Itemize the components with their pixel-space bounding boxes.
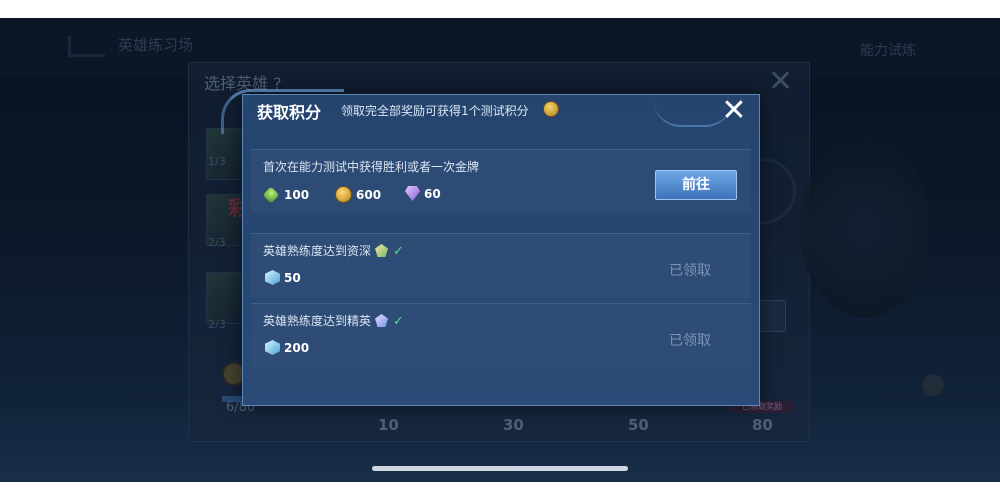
task-row: 英雄熟练度达到资深 ✓ 50 已领取 bbox=[251, 233, 751, 298]
reward-value: 200 bbox=[284, 340, 310, 355]
senior-badge-icon bbox=[375, 244, 389, 257]
task-row: 英雄熟练度达到精英 ✓ 200 已领取 bbox=[251, 303, 751, 368]
elite-badge-icon bbox=[375, 314, 389, 327]
claimed-status: 已领取 bbox=[669, 333, 711, 349]
dialog-subtitle: 领取完全部奖励可获得1个测试积分 bbox=[341, 104, 529, 118]
reward-item: 600 bbox=[335, 186, 381, 203]
task-title-line: 英雄熟练度达到精英 ✓ bbox=[263, 312, 404, 329]
game-screen: 英雄练习场 能力试炼 选择英雄 ? ✕ 1/3 2/3 2/3 6/80 10 … bbox=[0, 18, 1000, 482]
claimed-status: 已领取 bbox=[669, 263, 711, 279]
green-gem-icon bbox=[262, 186, 280, 204]
get-points-dialog: 获取积分 领取完全部奖励可获得1个测试积分 ✕ 首次在能力测试中获得胜利或者一次… bbox=[221, 89, 760, 406]
task-row: 首次在能力测试中获得胜利或者一次金牌 100 600 60 前往 bbox=[251, 149, 751, 213]
checkmark-icon: ✓ bbox=[393, 314, 404, 329]
reward-value: 600 bbox=[356, 187, 382, 202]
reward-item: 100 bbox=[262, 186, 310, 204]
reward-item: 60 bbox=[405, 186, 441, 201]
reward-item: 50 bbox=[265, 270, 301, 285]
reward-value: 60 bbox=[424, 186, 441, 201]
task-title-line: 英雄熟练度达到资深 ✓ bbox=[263, 242, 404, 259]
blue-crystal-icon bbox=[265, 270, 280, 285]
dialog-title: 获取积分 bbox=[257, 103, 322, 122]
reward-item: 200 bbox=[265, 340, 309, 355]
checkmark-icon: ✓ bbox=[393, 244, 404, 259]
gold-coin-icon bbox=[335, 186, 352, 203]
dialog-header: 获取积分 领取完全部奖励可获得1个测试积分 ✕ bbox=[221, 89, 759, 134]
reward-value: 100 bbox=[284, 188, 310, 202]
reward-value: 50 bbox=[284, 270, 301, 285]
blue-crystal-icon bbox=[265, 340, 280, 355]
purple-crystal-icon bbox=[405, 186, 420, 201]
gold-coin-icon bbox=[543, 101, 559, 117]
task-title: 英雄熟练度达到精英 bbox=[263, 314, 372, 328]
task-title: 英雄熟练度达到资深 bbox=[263, 244, 372, 258]
home-indicator[interactable] bbox=[372, 466, 628, 471]
go-button[interactable]: 前往 bbox=[655, 170, 737, 200]
task-title: 首次在能力测试中获得胜利或者一次金牌 bbox=[263, 160, 480, 174]
close-icon[interactable]: ✕ bbox=[717, 96, 751, 128]
